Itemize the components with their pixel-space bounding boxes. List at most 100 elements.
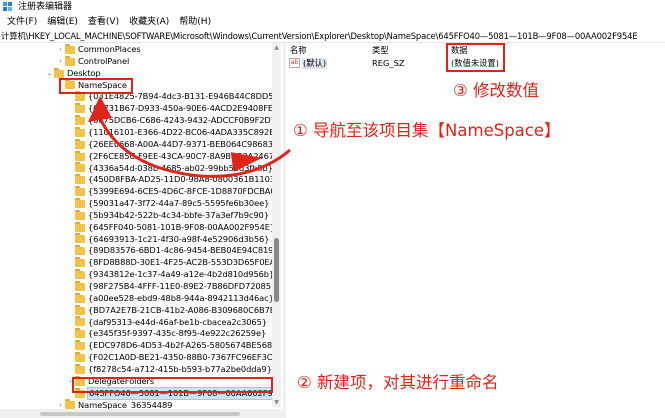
menu-edit[interactable]: 编辑(E)	[42, 14, 83, 30]
tree-item[interactable]: {F02C1A0D-BE21-4350-88B0-7367FC96EF3C}	[66, 351, 278, 364]
title-bar: 注册表编辑器	[0, 0, 665, 14]
collapsed-chevron-icon[interactable]: ›	[56, 44, 65, 56]
folder-icon	[75, 114, 85, 125]
tree-item[interactable]: {89D83576-6BD1-4c86-9454-BEB04E94C819}	[66, 245, 279, 257]
new-key-highlight-box	[72, 377, 273, 393]
expanded-chevron-icon[interactable]: ⌄	[45, 68, 54, 80]
tree-item[interactable]: {9343812e-1c37-4a49-a12e-4b2d810d956b}	[66, 269, 274, 281]
tree-item[interactable]: {11016101-E366-4D22-BC06-4ADA335C892B}	[66, 126, 280, 139]
tree-item-label: {EDC978D6-4D53-4b2f-A265-5805674BE568}	[88, 340, 278, 351]
tree-horizontal-scrollbar[interactable]	[0, 409, 283, 418]
tree-item-label: {450D8FBA-AD25-11D0-98A8-0800361B1103}	[88, 174, 281, 185]
tree-item-label: {4336a54d-038b-4685-ab02-99bb52d3fb8b}	[88, 162, 273, 173]
tree-item[interactable]: {645FF040-5081-101B-9F08-00AA002F954E}	[66, 221, 276, 234]
folder-icon	[75, 103, 85, 114]
tree-item-label: {9343812e-1c37-4a49-a12e-4b2d810d956b}	[88, 269, 275, 280]
tree-item-label: {89D83576-6BD1-4c86-9454-BEB04E94C819}	[88, 245, 279, 256]
folder-icon	[75, 197, 85, 208]
folder-icon	[75, 186, 85, 197]
namespace-highlight-box	[59, 78, 133, 94]
folder-icon	[75, 126, 85, 137]
tree-item-label: {04731B67-D933-450a-90E6-4ACD2E9408FE}	[88, 103, 279, 114]
tree-item-label: {0875DCB6-C686-4243-9432-ADCCF0B9F2D7}	[88, 115, 282, 126]
tree-item[interactable]: {4336a54d-038b-4685-ab02-99bb52d3fb8b}	[66, 162, 273, 175]
tree-item-label: CommonPlaces	[78, 44, 141, 54]
folder-icon	[75, 316, 85, 327]
folder-icon	[75, 328, 85, 339]
folder-icon	[75, 162, 85, 173]
tree-item[interactable]: {2F6CE85C-F9EE-43CA-90C7-8A9BD53A2467}	[66, 150, 280, 163]
menu-favorites[interactable]: 收藏夹(A)	[124, 14, 174, 30]
column-header-name[interactable]: 名称	[290, 45, 307, 56]
tree-item[interactable]: {f8278c54-a712-415b-b593-b77a2be0dda9}	[66, 363, 272, 376]
tree-item-label: {5b934b42-522b-4c34-bbfe-37a3ef7b9c90}	[88, 209, 269, 220]
folder-icon	[75, 150, 85, 161]
menu-view[interactable]: 查看(V)	[83, 14, 124, 30]
tree-item[interactable]: {0875DCB6-C686-4243-9432-ADCCF0B9F2D7}	[66, 114, 282, 127]
scroll-down-icon[interactable]: ▼	[272, 398, 281, 407]
tree-item[interactable]: {98F275B4-4FFF-11E0-89E2-7B86DFD72085}	[66, 280, 276, 293]
folder-icon	[75, 280, 85, 291]
annotation-step-1: ① 导航至该项目集【NameSpace】	[293, 121, 561, 140]
hscroll-thumb[interactable]	[40, 412, 240, 416]
folder-icon	[75, 233, 85, 244]
menu-bar: 文件(F) 编辑(E) 查看(V) 收藏夹(A) 帮助(H)	[0, 14, 665, 30]
tree-item-label: {BD7A2E7B-21CB-41b2-A086-B309680C6B7E}	[88, 304, 281, 315]
menu-file[interactable]: 文件(F)	[2, 14, 42, 30]
folder-icon	[65, 55, 75, 66]
folder-icon	[75, 340, 85, 351]
folder-icon	[75, 138, 85, 149]
tree-item-label: {5399E694-6CE5-4D6C-8FCE-1D8870FDCBA0}	[88, 186, 281, 197]
tree-vertical-scrollbar[interactable]: ▲ ▼	[272, 43, 281, 407]
registry-editor-window: 注册表编辑器 文件(F) 编辑(E) 查看(V) 收藏夹(A) 帮助(H) 计算…	[0, 0, 665, 418]
annotation-step-3: ③ 修改数值	[453, 81, 540, 100]
registry-tree: › CommonPlaces › ControlPanel ⌄ Desktop ⌄ NameS…	[0, 43, 283, 412]
tree-item-label: {11016101-E366-4D22-BC06-4ADA335C892B}	[88, 126, 280, 137]
folder-icon	[75, 292, 85, 303]
tree-item-label: {645FF040-5081-101B-9F08-00AA002F954E}	[88, 221, 276, 232]
scroll-thumb[interactable]	[274, 238, 279, 302]
tree-item-label: {daf95313-e44d-46af-be1b-cbacea2c3065}	[88, 316, 267, 327]
tree-item-label: {2F6CE85C-F9EE-43CA-90C7-8A9BD53A2467}	[88, 150, 280, 161]
annotation-step-2: ② 新建项，对其进行重命名	[297, 373, 499, 392]
folder-icon	[54, 67, 64, 78]
window-title: 注册表编辑器	[18, 2, 73, 12]
tree-item[interactable]: {450D8FBA-AD25-11D0-98A8-0800361B1103}	[66, 174, 280, 186]
tree-item-label: {26EE0668-A00A-44D7-9371-BEB064C98683}	[88, 138, 279, 149]
string-value-icon: ab	[289, 58, 300, 68]
tree-item[interactable]: {64693913-1c21-4f30-a98f-4e52906d3b56}	[66, 233, 270, 246]
tree-item[interactable]: {5b934b42-522b-4c34-bbfe-37a3ef7b9c90}	[66, 209, 269, 222]
collapsed-chevron-icon[interactable]: ›	[56, 56, 65, 68]
tree-item[interactable]: {59031a47-3f72-44a7-89c5-5595fe6b30ee}	[66, 197, 270, 210]
folder-icon	[75, 174, 85, 185]
value-name[interactable]: (默认)	[302, 58, 328, 69]
column-header-type[interactable]: 类型	[372, 45, 389, 56]
folder-icon	[75, 221, 85, 232]
tree-item[interactable]: {04731B67-D933-450a-90E6-4ACD2E9408FE}	[66, 103, 278, 115]
address-bar[interactable]: 计算机\HKEY_LOCAL_MACHINE\SOFTWARE\Microsof…	[0, 30, 665, 43]
tree-item[interactable]: › CommonPlaces	[56, 43, 141, 56]
value-type: REG_SZ	[372, 58, 405, 68]
tree-item-label: ControlPanel	[78, 55, 130, 66]
tree-item-label: {f8278c54-a712-415b-b593-b77a2be0dda9}	[88, 363, 272, 374]
folder-icon	[75, 269, 85, 280]
tree-item-label: {64693913-1c21-4f30-a98f-4e52906d3b56}	[88, 233, 270, 244]
tree-item[interactable]: {EDC978D6-4D53-4b2f-A265-5805674BE568}	[66, 340, 277, 352]
tree-item[interactable]: {a00ee528-ebd9-48b8-944a-8942113d46ac}	[66, 292, 274, 305]
folder-icon	[75, 363, 85, 374]
tree-item-label: {e345f35f-9397-435c-8f95-4e922c26259e}	[88, 328, 267, 339]
tree-item-label: {59031a47-3f72-44a7-89c5-5595fe6b30ee}	[88, 198, 270, 209]
scroll-up-icon[interactable]: ▲	[272, 43, 281, 52]
menu-help[interactable]: 帮助(H)	[174, 14, 216, 30]
tree-item[interactable]: {BD7A2E7B-21CB-41b2-A086-B309680C6B7E}	[66, 304, 281, 317]
tree-item[interactable]: › ControlPanel	[56, 55, 130, 68]
tree-item-label: {F02C1A0D-BE21-4350-88B0-7367FC96EF3C}	[88, 352, 278, 363]
folder-icon	[65, 43, 75, 54]
tree-item[interactable]: {daf95313-e44d-46af-be1b-cbacea2c3065}	[66, 316, 267, 329]
tree-item[interactable]: {8FD8B88D-30E1-4F25-AC2B-553D3D65F0EA}	[66, 257, 280, 269]
tree-item[interactable]: {26EE0668-A00A-44D7-9371-BEB064C98683}	[66, 138, 279, 151]
folder-icon	[75, 304, 85, 315]
folder-icon	[75, 91, 85, 102]
tree-item[interactable]: {e345f35f-9397-435c-8f95-4e922c26259e}	[66, 328, 266, 340]
tree-item[interactable]: {5399E694-6CE5-4D6C-8FCE-1D8870FDCBA0}	[66, 186, 281, 198]
